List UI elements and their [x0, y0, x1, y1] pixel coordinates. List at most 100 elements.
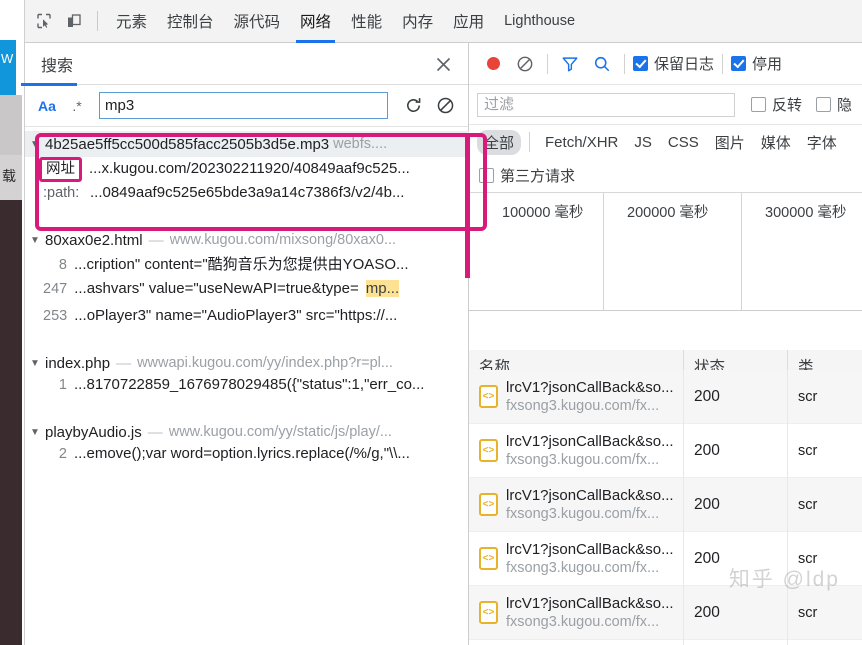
match-case-icon[interactable]: Aa	[33, 93, 61, 119]
search-pane: 搜索 Aa .* mp3 ▼ 4b25ae5ff5cc500d585facc25…	[20, 43, 469, 645]
background-page-strip: W 载	[0, 0, 24, 645]
result-line-text: ...8170722859_1676978029485({"status":1,…	[74, 376, 425, 393]
table-row[interactable]: <> lrcV1?jsonCallBack&so... fxsong3.kugo…	[469, 369, 862, 424]
network-requests-table[interactable]: 名称 状态 类 <> lrcV1?jsonCallBack&so... fxso…	[469, 350, 862, 645]
table-row[interactable]: <> lrcV1?jsonCallBack&so... fxsong3.kugo…	[469, 531, 862, 586]
toolbar-divider	[529, 132, 531, 152]
regex-icon[interactable]: .*	[63, 93, 91, 119]
chevron-down-icon[interactable]: ▼	[29, 427, 41, 438]
clear-icon[interactable]	[509, 49, 541, 79]
search-results-list[interactable]: ▼ 4b25ae5ff5cc500d585facc2505b3d5e.mp3 w…	[25, 127, 469, 645]
separator-dash: —	[116, 354, 132, 372]
clear-search-icon[interactable]	[430, 92, 460, 120]
tab-network[interactable]: 网络	[290, 0, 341, 43]
search-input[interactable]	[99, 92, 388, 119]
checkbox-box[interactable]	[479, 168, 494, 183]
result-file-name: 4b25ae5ff5cc500d585facc2505b3d5e.mp3	[45, 135, 330, 153]
search-result-group: ▼ 80xax0e2.html — www.kugou.com/mixsong/…	[25, 227, 469, 334]
tab-memory[interactable]: 内存	[392, 0, 443, 43]
chevron-down-icon[interactable]: ▼	[29, 139, 41, 150]
chevron-down-icon[interactable]: ▼	[29, 358, 41, 369]
table-row[interactable]: <> lrcV1?jsonCallBack&so... fxsong3.kugo…	[469, 423, 862, 478]
request-name-cell[interactable]: <> lrcV1?jsonCallBack&so... fxsong3.kugo…	[469, 433, 683, 469]
tab-performance[interactable]: 性能	[341, 0, 392, 43]
annotation-box-edge	[465, 133, 470, 278]
preserve-log-label: 保留日志	[654, 56, 715, 73]
devtools-tab-strip: 元素 控制台 源代码 网络 性能 内存 应用 Lighthouse	[25, 0, 862, 43]
search-result-line[interactable]: 1 ...8170722859_1676978029485({"status":…	[25, 376, 469, 403]
checkbox-box[interactable]	[731, 56, 747, 71]
type-filter-css[interactable]: CSS	[661, 132, 706, 153]
result-file-url: www.kugou.com/yy/static/js/play/...	[168, 424, 392, 440]
result-line-text: ...oPlayer3" name="AudioPlayer3" src="ht…	[74, 307, 398, 324]
search-result-line[interactable]: 8 ...cription" content="酷狗音乐为您提供由YOASO..…	[25, 253, 469, 280]
tab-label: 性能	[351, 14, 383, 31]
tab-elements[interactable]: 元素	[106, 0, 157, 43]
disable-cache-checkbox[interactable]: 停用	[729, 53, 784, 74]
tab-sources[interactable]: 源代码	[224, 0, 291, 43]
close-icon[interactable]	[430, 51, 456, 77]
tab-label: 网络	[300, 14, 332, 31]
tab-application[interactable]: 应用	[443, 0, 494, 43]
disable-cache-label: 停用	[752, 56, 783, 73]
tab-label: 控制台	[167, 14, 214, 31]
result-line-text: ...0849aaf9c525e65bde3a9a14c7386f3/v2/4b…	[90, 184, 405, 201]
overview-tick-label: 200000 毫秒	[627, 205, 709, 221]
chevron-down-icon[interactable]: ▼	[29, 235, 41, 246]
device-toolbar-icon[interactable]	[59, 6, 89, 36]
search-result-line[interactable]: 2 ...emove();var word=option.lyrics.repl…	[25, 445, 469, 472]
type-filter-js[interactable]: JS	[627, 132, 659, 153]
request-name: lrcV1?jsonCallBack&so...	[506, 378, 674, 396]
search-result-line[interactable]: :path: ...0849aaf9c525e65bde3a9a14c7386f…	[25, 184, 469, 211]
type-filter-fetch-xhr[interactable]: Fetch/XHR	[538, 132, 625, 153]
toolbar-divider	[722, 53, 724, 74]
hide-data-urls-checkbox[interactable]: 隐	[814, 94, 854, 115]
request-type: scr	[787, 477, 862, 532]
request-type: scr	[787, 639, 862, 645]
toolbar-divider	[547, 53, 548, 74]
request-name: lrcV1?jsonCallBack&so...	[506, 432, 674, 450]
record-icon[interactable]	[477, 49, 509, 79]
type-filter-font[interactable]: 字体	[800, 130, 844, 155]
checkbox-box[interactable]	[816, 97, 832, 112]
result-file-url: webfs....	[333, 136, 388, 152]
refresh-icon[interactable]	[398, 92, 428, 120]
invert-checkbox[interactable]: 反转	[749, 94, 804, 115]
inspect-element-icon[interactable]	[29, 6, 59, 36]
result-line-number: 1	[58, 377, 67, 393]
result-line-text: ...x.kugou.com/202302211920/40849aaf9c52…	[89, 160, 410, 177]
checkbox-box[interactable]	[751, 97, 766, 112]
request-domain: fxsong3.kugou.com/fx...	[506, 613, 660, 630]
preserve-log-checkbox[interactable]: 保留日志	[631, 53, 716, 74]
search-result-line[interactable]: 247 ...ashvars" value="useNewAPI=true&ty…	[25, 280, 469, 307]
tab-lighthouse[interactable]: Lighthouse	[494, 0, 585, 43]
table-row[interactable]: <> lrcV1?jsonCallBack&so... fxsong3.kugo…	[469, 639, 862, 645]
search-result-file[interactable]: ▼ 4b25ae5ff5cc500d585facc2505b3d5e.mp3 w…	[25, 131, 469, 157]
type-filter-media[interactable]: 媒体	[754, 130, 798, 155]
table-row[interactable]: <> lrcV1?jsonCallBack&so... fxsong3.kugo…	[469, 477, 862, 532]
search-result-file[interactable]: ▼ 80xax0e2.html — www.kugou.com/mixsong/…	[25, 227, 469, 253]
request-name-cell[interactable]: <> lrcV1?jsonCallBack&so... fxsong3.kugo…	[469, 595, 683, 631]
request-name-cell[interactable]: <> lrcV1?jsonCallBack&so... fxsong3.kugo…	[469, 541, 683, 577]
search-result-line[interactable]: 253 ...oPlayer3" name="AudioPlayer3" src…	[25, 307, 469, 334]
type-filter-all[interactable]: 全部	[477, 129, 522, 155]
search-icon[interactable]	[586, 49, 618, 79]
search-result-line[interactable]: 网址 ...x.kugou.com/202302211920/40849aaf9…	[25, 157, 469, 184]
invert-label: 反转	[772, 97, 803, 114]
filter-funnel-icon[interactable]	[554, 49, 586, 79]
checkbox-box[interactable]	[633, 56, 648, 71]
network-overview-timeline[interactable]: 100000 毫秒 200000 毫秒 300000 毫秒	[469, 193, 862, 311]
type-filter-img[interactable]: 图片	[708, 130, 752, 155]
request-name-cell[interactable]: <> lrcV1?jsonCallBack&so... fxsong3.kugo…	[469, 379, 683, 415]
tab-console[interactable]: 控制台	[157, 0, 224, 43]
tab-label: 源代码	[233, 14, 281, 31]
search-result-file[interactable]: ▼ index.php — wwwapi.kugou.com/yy/index.…	[25, 350, 469, 376]
filter-input[interactable]	[477, 92, 735, 117]
record-dot	[486, 57, 500, 70]
third-party-checkbox[interactable]: 第三方请求	[477, 165, 577, 186]
search-tab[interactable]: 搜索	[20, 43, 78, 86]
table-row[interactable]: <> lrcV1?jsonCallBack&so... fxsong3.kugo…	[469, 585, 862, 640]
request-name-cell[interactable]: <> lrcV1?jsonCallBack&so... fxsong3.kugo…	[469, 487, 683, 523]
search-result-file[interactable]: ▼ playbyAudio.js — www.kugou.com/yy/stat…	[25, 419, 469, 445]
